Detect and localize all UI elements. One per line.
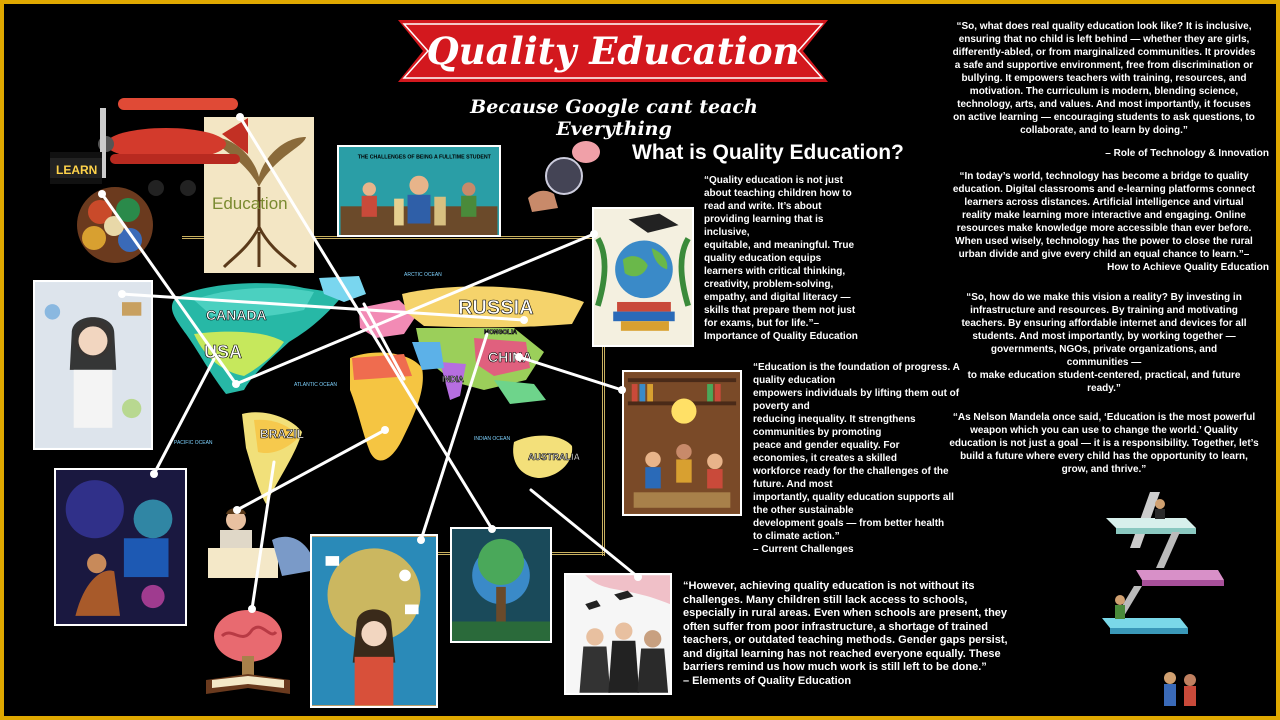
globe-graduation-image <box>592 207 694 347</box>
crystal-ball-brain-image <box>518 138 604 216</box>
paragraph-foundation: “Education is the foundation of progress… <box>753 361 968 556</box>
paragraph-mandela: “As Nelson Mandela once said, ‘Education… <box>939 411 1269 476</box>
paragraph-challenges-cite: – Elements of Quality Education <box>683 674 852 687</box>
brain-book-image <box>198 596 298 700</box>
challenges-poster-image: THE CHALLENGES OF BEING A FULLTIME STUDE… <box>337 145 501 237</box>
paragraph-technology-cite: How to Achieve Quality Education <box>1107 262 1269 273</box>
paragraph-technology: “In today’s world, technology has become… <box>939 170 1269 274</box>
paragraph-what-is: “Quality education is not just about tea… <box>704 174 904 343</box>
poster-board: Quality Education Because Google cant te… <box>0 0 1280 720</box>
paragraph-real-quality-cite: – Role of Technology & Innovation <box>1105 148 1269 159</box>
world-map: CANADA USA BRAZIL RUSSIA CHINA AUSTRALIA… <box>171 272 584 504</box>
map-label-mongolia: MONGOLIA <box>484 330 518 336</box>
paragraph-foundation-cite: – Current Challenges <box>753 544 854 555</box>
map-southeast-asia <box>494 380 546 404</box>
girl-books-image <box>310 534 438 708</box>
learn-sign-image: LEARN <box>50 152 102 184</box>
map-label-brazil: BRAZIL <box>260 427 304 441</box>
map-label-canada: CANADA <box>206 307 267 323</box>
paragraph-vision-text: “So, how do we make this vision a realit… <box>961 292 1247 394</box>
world-tree-image <box>450 527 552 643</box>
map-label-australia: AUSTRALIA <box>528 452 580 462</box>
learn-sign-text: LEARN <box>56 163 97 177</box>
map-africa-north <box>352 354 412 380</box>
paragraph-real-quality-text: “So, what does real quality education lo… <box>952 21 1256 136</box>
paragraph-vision: “So, how do we make this vision a realit… <box>939 291 1269 395</box>
library-lightbulb-image <box>622 370 742 516</box>
title-banner-text: Quality Education <box>426 29 800 73</box>
ladder-platforms-image <box>1100 488 1224 710</box>
tech-robot-image <box>54 468 187 626</box>
anime-girl-image <box>33 280 153 450</box>
paragraph-challenges-text: “However, achieving quality education is… <box>683 580 1008 673</box>
map-label-usa: USA <box>204 342 242 362</box>
paragraph-challenges: “However, achieving quality education is… <box>683 580 1053 688</box>
paragraph-what-is-cite: Importance of Quality Education <box>704 331 858 342</box>
paragraph-what-is-text: “Quality education is not just about tea… <box>704 175 856 329</box>
map-label-russia: RUSSIA <box>458 297 534 319</box>
graduation-image <box>564 573 672 695</box>
map-label-india: INDIA <box>442 375 464 384</box>
boy-reading-image <box>202 500 320 586</box>
map-label-china: CHINA <box>488 349 532 365</box>
paragraph-technology-text: “In today’s world, technology has become… <box>952 171 1256 260</box>
paragraph-real-quality: “So, what does real quality education lo… <box>939 20 1269 160</box>
paragraph-foundation-text: “Education is the foundation of progress… <box>753 362 960 542</box>
challenges-title: THE CHALLENGES OF BEING A FULLTIME STUDE… <box>358 154 492 160</box>
map-label-pacific: PACIFIC OCEAN <box>174 440 213 446</box>
paragraph-mandela-text: “As Nelson Mandela once said, ‘Education… <box>949 412 1259 475</box>
books-pile-image <box>70 182 160 268</box>
subtitle: Because Google cant teach Everything <box>470 96 758 140</box>
map-label-arctic: ARCTIC OCEAN <box>404 272 442 278</box>
section-heading: What is Quality Education? <box>632 141 904 164</box>
map-label-atlantic: ATLANTIC OCEAN <box>294 382 337 388</box>
map-label-indian: INDIAN OCEAN <box>474 436 511 442</box>
